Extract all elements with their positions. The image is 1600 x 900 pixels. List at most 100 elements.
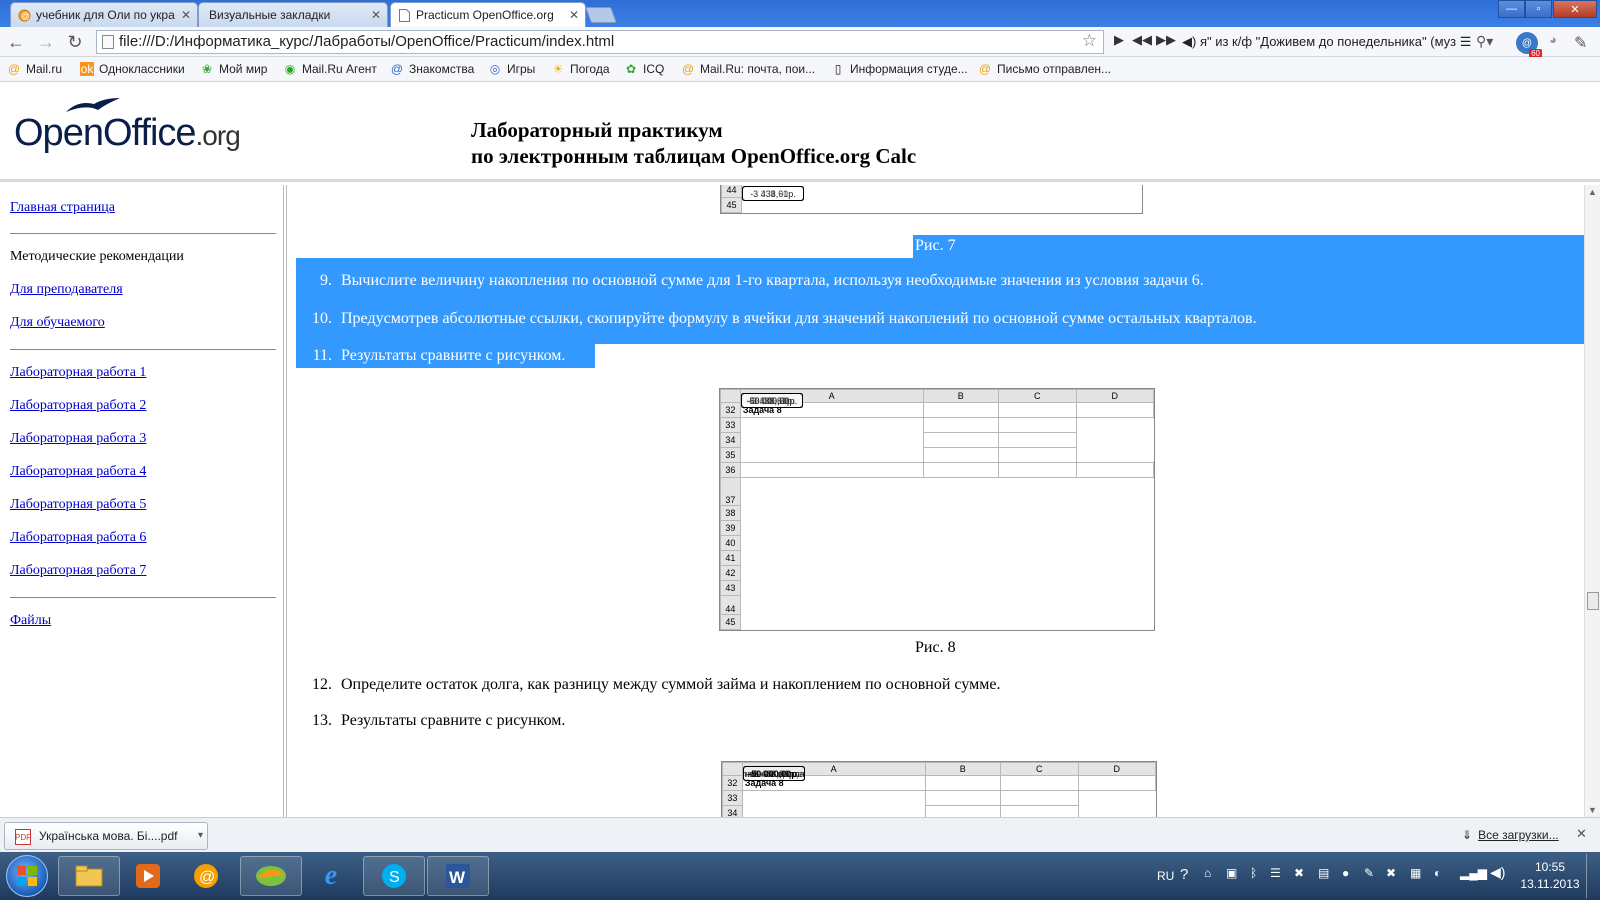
next-track-icon[interactable]: ▶▶	[1156, 32, 1176, 48]
selection-highlight	[296, 258, 1584, 344]
track-name: я" из к/ф "Доживем до понедельника" (муз	[1199, 34, 1457, 49]
bookmark-item[interactable]: @ Mail.Ru: почта, пои...	[681, 62, 815, 76]
search-icon[interactable]: ⚲▾	[1476, 30, 1512, 54]
download-item[interactable]: PDF Українська мова. Бі....pdf ▾	[4, 822, 208, 850]
nav-lab-5[interactable]: Лабораторная работа 5	[10, 497, 146, 513]
tray-icon[interactable]: ◐	[1434, 866, 1441, 880]
tray-icon[interactable]: ✖	[1386, 866, 1396, 880]
nav-home[interactable]: Главная страница	[10, 200, 115, 216]
skype-taskbar-icon[interactable]: S	[363, 856, 425, 896]
table-row: 39 2 -1 411,06р. -11 947,34р.	[720, 393, 1154, 536]
table-row: 33Выплаты по процентам-3 433,61р.	[720, 393, 1154, 433]
ie-taskbar-icon[interactable]: e	[305, 856, 357, 896]
network-icon[interactable]: ▂▄▆	[1460, 866, 1487, 880]
minimize-button[interactable]: —	[1498, 0, 1525, 18]
bookmark-item[interactable]: ☀ Погода	[551, 62, 610, 76]
list-item: 11. Результаты сравните с рисунком.	[296, 347, 566, 365]
wrench-menu-icon[interactable]: ✎	[1574, 33, 1587, 53]
mail-agent-taskbar-icon[interactable]: @	[180, 856, 232, 896]
close-window-button[interactable]: ✕	[1553, 0, 1597, 18]
bookmark-item[interactable]: ◎ Игры	[488, 62, 536, 76]
nav-files[interactable]: Файлы	[10, 613, 51, 629]
bookmark-item[interactable]: ◉ Mail.Ru Агент	[283, 62, 377, 76]
close-icon[interactable]: ✕	[1576, 826, 1587, 842]
tray-icon[interactable]: ☰	[1270, 866, 1281, 880]
bookmark-star-icon[interactable]: ☆	[1082, 31, 1097, 51]
bookmark-item[interactable]: ✿ ICQ	[624, 62, 664, 76]
close-icon[interactable]: ✕	[371, 8, 381, 22]
cell	[922, 417, 1000, 433]
bookmark-label: ICQ	[643, 62, 665, 76]
vertical-scrollbar[interactable]: ▲ ▼	[1584, 185, 1600, 817]
forward-icon[interactable]: →	[35, 31, 57, 53]
nav-lab-2[interactable]: Лабораторная работа 2	[10, 398, 146, 414]
cell	[924, 805, 1002, 817]
scroll-up-icon[interactable]: ▲	[1588, 187, 1597, 197]
start-button[interactable]	[6, 855, 48, 897]
clock-time: 10:55	[1534, 860, 1566, 874]
tray-icon[interactable]: ●	[1342, 866, 1349, 880]
row-header: 45	[720, 614, 741, 630]
reload-icon[interactable]: ↻	[64, 31, 86, 53]
address-bar[interactable]: file:///D:/Информатика_курс/Лабработы/Op…	[96, 30, 1104, 54]
close-icon[interactable]: ✕	[569, 8, 579, 22]
nav-lab-7[interactable]: Лабораторная работа 7	[10, 563, 146, 579]
tab-visual-bookmarks[interactable]: Визуальные закладки ✕	[198, 2, 388, 27]
mail-ru-icon: @	[7, 62, 21, 76]
close-icon[interactable]: ✕	[181, 8, 191, 22]
bookmark-item[interactable]: @ Знакомства	[390, 62, 474, 76]
extension-icon[interactable]: ◕	[1549, 32, 1557, 47]
bluetooth-icon[interactable]: ᛒ	[1250, 866, 1257, 880]
volume-icon[interactable]: ◀)	[1490, 864, 1505, 881]
explorer-taskbar-icon[interactable]	[58, 856, 120, 896]
maximize-button[interactable]: ▫	[1525, 0, 1552, 18]
prev-track-icon[interactable]: ◀◀	[1132, 32, 1152, 48]
scrollbar-thumb[interactable]	[1587, 592, 1599, 610]
scroll-down-icon[interactable]: ▼	[1588, 805, 1597, 815]
my-world-icon: ❀	[201, 62, 213, 76]
mail-agent-icon[interactable]: @60	[1516, 32, 1542, 58]
new-tab-button[interactable]	[585, 7, 617, 23]
nav-lab-1[interactable]: Лабораторная работа 1	[10, 365, 146, 381]
word-taskbar-icon[interactable]: W	[427, 856, 489, 896]
nav-lab-4[interactable]: Лабораторная работа 4	[10, 464, 146, 480]
language-indicator[interactable]: RU	[1157, 869, 1174, 883]
bookmark-label: Игры	[507, 62, 536, 76]
help-icon[interactable]: ?	[1180, 866, 1188, 883]
tray-icon[interactable]: ▤	[1318, 866, 1329, 880]
music-player-title[interactable]: ◀) я" из к/ф "Доживем до понедельника" (…	[1182, 30, 1472, 54]
bookmark-item[interactable]: @ Письмо отправлен...	[978, 62, 1111, 76]
all-downloads-link[interactable]: ⇓ Все загрузки...	[1462, 828, 1559, 842]
row-header: 37	[720, 477, 741, 506]
bookmark-item[interactable]: ❀ Мой мир	[200, 62, 268, 76]
cell: -50 000,00р.	[742, 766, 805, 781]
weather-icon: ☀	[552, 62, 564, 76]
pdf-icon: PDF	[15, 829, 31, 845]
nav-lab-3[interactable]: Лабораторная работа 3	[10, 431, 146, 447]
play-icon[interactable]: ▶	[1114, 32, 1124, 48]
divider	[10, 597, 276, 598]
back-icon[interactable]: ←	[5, 31, 27, 53]
nav-teacher[interactable]: Для преподавателя	[10, 282, 123, 298]
show-desktop-button[interactable]	[1586, 854, 1598, 898]
tray-icon[interactable]: ✖	[1294, 866, 1304, 880]
media-player-taskbar-icon[interactable]	[122, 856, 174, 896]
mail-ru-icon: @	[681, 62, 695, 76]
bookmark-item[interactable]: @ Mail.ru	[7, 62, 62, 76]
tray-icon[interactable]: ✎	[1364, 866, 1374, 880]
tray-icon[interactable]: ▣	[1226, 866, 1237, 880]
tab-practicum[interactable]: Practicum OpenOffice.org ✕	[390, 2, 586, 27]
tab-textbook[interactable]: @ учебник для Оли по укра ✕	[10, 2, 198, 27]
bookmark-item[interactable]: ok Одноклассники	[80, 62, 185, 76]
system-clock[interactable]: 10:55 13.11.2013	[1520, 859, 1580, 893]
table-row: 44 7 -3 334,90р. -43 419,51р.	[720, 393, 1154, 615]
tray-icon[interactable]: ⌂	[1204, 866, 1211, 880]
nav-student[interactable]: Для обучаемого	[10, 315, 105, 331]
browser-toolbar: ← → ↻ file:///D:/Информатика_курс/Лабраб…	[0, 27, 1600, 58]
chevron-down-icon[interactable]: ▾	[198, 830, 203, 841]
tray-icon[interactable]: ▦	[1410, 866, 1421, 880]
cell	[1075, 402, 1154, 418]
nav-lab-6[interactable]: Лабораторная работа 6	[10, 530, 146, 546]
app-taskbar-icon[interactable]	[240, 856, 302, 896]
bookmark-item[interactable]: ▯ Информация студе...	[831, 62, 968, 76]
